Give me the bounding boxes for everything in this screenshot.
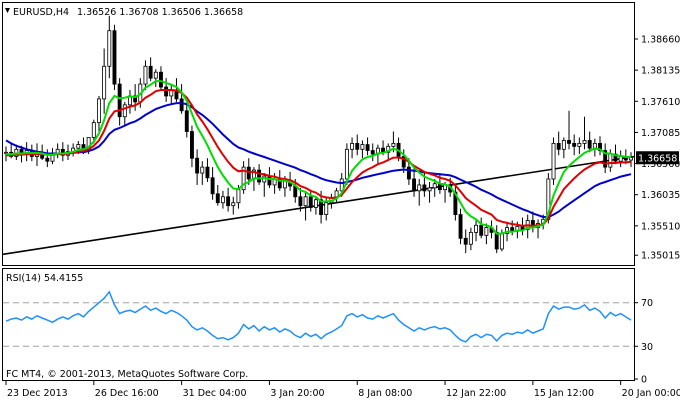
candle-body (432, 183, 437, 189)
candle-body (210, 177, 215, 195)
candle-body (427, 187, 432, 192)
candle-body (365, 144, 370, 151)
candle-body (112, 30, 117, 85)
candle-body (298, 196, 303, 207)
candle-body (350, 142, 355, 150)
candle-body (561, 140, 566, 150)
candle-body (468, 231, 473, 245)
candle-body (179, 98, 184, 112)
current-price-tag: 1.36658 (636, 151, 679, 165)
rsi-panel-frame (2, 268, 635, 381)
candle-body (417, 184, 422, 192)
candle-body (205, 166, 210, 179)
candle-body (107, 30, 112, 67)
chart-canvas: 1.386601.381351.376101.370851.365601.360… (2, 2, 680, 399)
candle-body (200, 166, 205, 174)
candle-body (267, 175, 272, 186)
candle-body (391, 142, 396, 147)
candle-body (143, 65, 148, 85)
candle-body (592, 142, 597, 149)
candle-body (45, 157, 50, 162)
candle-body (236, 189, 241, 204)
candle-body (577, 142, 582, 147)
candle-body (484, 227, 489, 236)
candle-body (360, 144, 365, 150)
candle-body (190, 131, 194, 159)
candle-body (474, 224, 478, 233)
time-tick-label: 8 Jan 08:00 (358, 388, 412, 399)
time-tick-label: 12 Jan 22:00 (446, 388, 506, 399)
candle-body (412, 178, 417, 192)
candle-body (76, 144, 81, 149)
candle-body (148, 65, 153, 79)
price-axis: 1.386601.381351.376101.370851.365601.360… (634, 34, 680, 262)
rsi-tick-label: 70 (641, 298, 653, 309)
candle-body (184, 110, 189, 132)
price-tick-label: 1.37085 (641, 128, 680, 139)
candle-body (587, 140, 592, 149)
candle-body (313, 199, 318, 208)
candle-body (117, 83, 122, 118)
candle-body (303, 196, 308, 207)
symbol-timeframe: EURUSD,H4 (13, 7, 69, 18)
current-price-label: 1.36658 (638, 153, 677, 164)
time-tick-label: 26 Dec 16:00 (95, 388, 159, 399)
candle-body (582, 140, 587, 144)
candle-body (246, 166, 251, 180)
candle-body (618, 156, 623, 162)
candle-body (195, 157, 200, 174)
candle-body (556, 142, 561, 150)
rsi-axis: 70 30 0 (634, 298, 653, 386)
candle-body (153, 71, 158, 79)
candle-body (91, 122, 96, 138)
rsi-tick-label: 30 (641, 342, 653, 353)
candle-body (164, 86, 169, 97)
time-tick-label: 15 Jan 12:00 (534, 388, 594, 399)
candle-body (122, 104, 127, 118)
price-tick-label: 1.35015 (641, 251, 680, 262)
candle-body (370, 150, 375, 155)
rsi-header: RSI(14) 54.4155 (6, 273, 83, 284)
chart-header: EURUSD,H4 1.36526 1.36708 1.36506 1.3665… (5, 7, 243, 18)
rsi-tick-label: 0 (641, 375, 647, 386)
candle-body (308, 196, 313, 208)
candle-body (572, 142, 577, 147)
candle-body (567, 140, 571, 144)
candle-body (422, 184, 427, 192)
candle-body (102, 65, 107, 100)
price-tick-label: 1.36035 (641, 190, 680, 201)
time-tick-label: 23 Dec 2013 (7, 388, 68, 399)
candle-body (463, 237, 468, 245)
candle-body (231, 202, 236, 207)
candle-body (344, 148, 349, 180)
time-tick-label: 20 Jan 00:00 (622, 388, 680, 399)
candle-body (551, 142, 556, 180)
price-tick-label: 1.38660 (641, 34, 680, 45)
copyright-text: FC MT4, © 2001-2013, MetaQuotes Software… (6, 369, 248, 380)
candle-body (499, 233, 504, 250)
candle-body (159, 71, 163, 88)
time-tick-label: 3 Jan 20:00 (270, 388, 324, 399)
candle-body (324, 202, 329, 215)
ohlc-readout: 1.36526 1.36708 1.36506 1.36658 (77, 7, 243, 18)
candle-body (479, 224, 484, 236)
time-axis: 23 Dec 2013 26 Dec 16:00 31 Dec 04:00 3 Jan… (5, 381, 680, 399)
price-tick-label: 1.38135 (641, 66, 680, 77)
candle-body (226, 196, 231, 207)
candle-body (494, 231, 499, 250)
candle-body (406, 166, 411, 180)
candle-body (220, 196, 225, 204)
candle-body (215, 193, 220, 204)
candle-body (257, 169, 262, 183)
candle-body (97, 98, 101, 124)
time-tick-label: 31 Dec 04:00 (183, 388, 247, 399)
candle-body (608, 153, 613, 168)
candle-body (458, 214, 463, 239)
price-tick-label: 1.35510 (641, 221, 680, 232)
candle-body (355, 142, 360, 150)
price-tick-label: 1.37610 (641, 97, 680, 108)
